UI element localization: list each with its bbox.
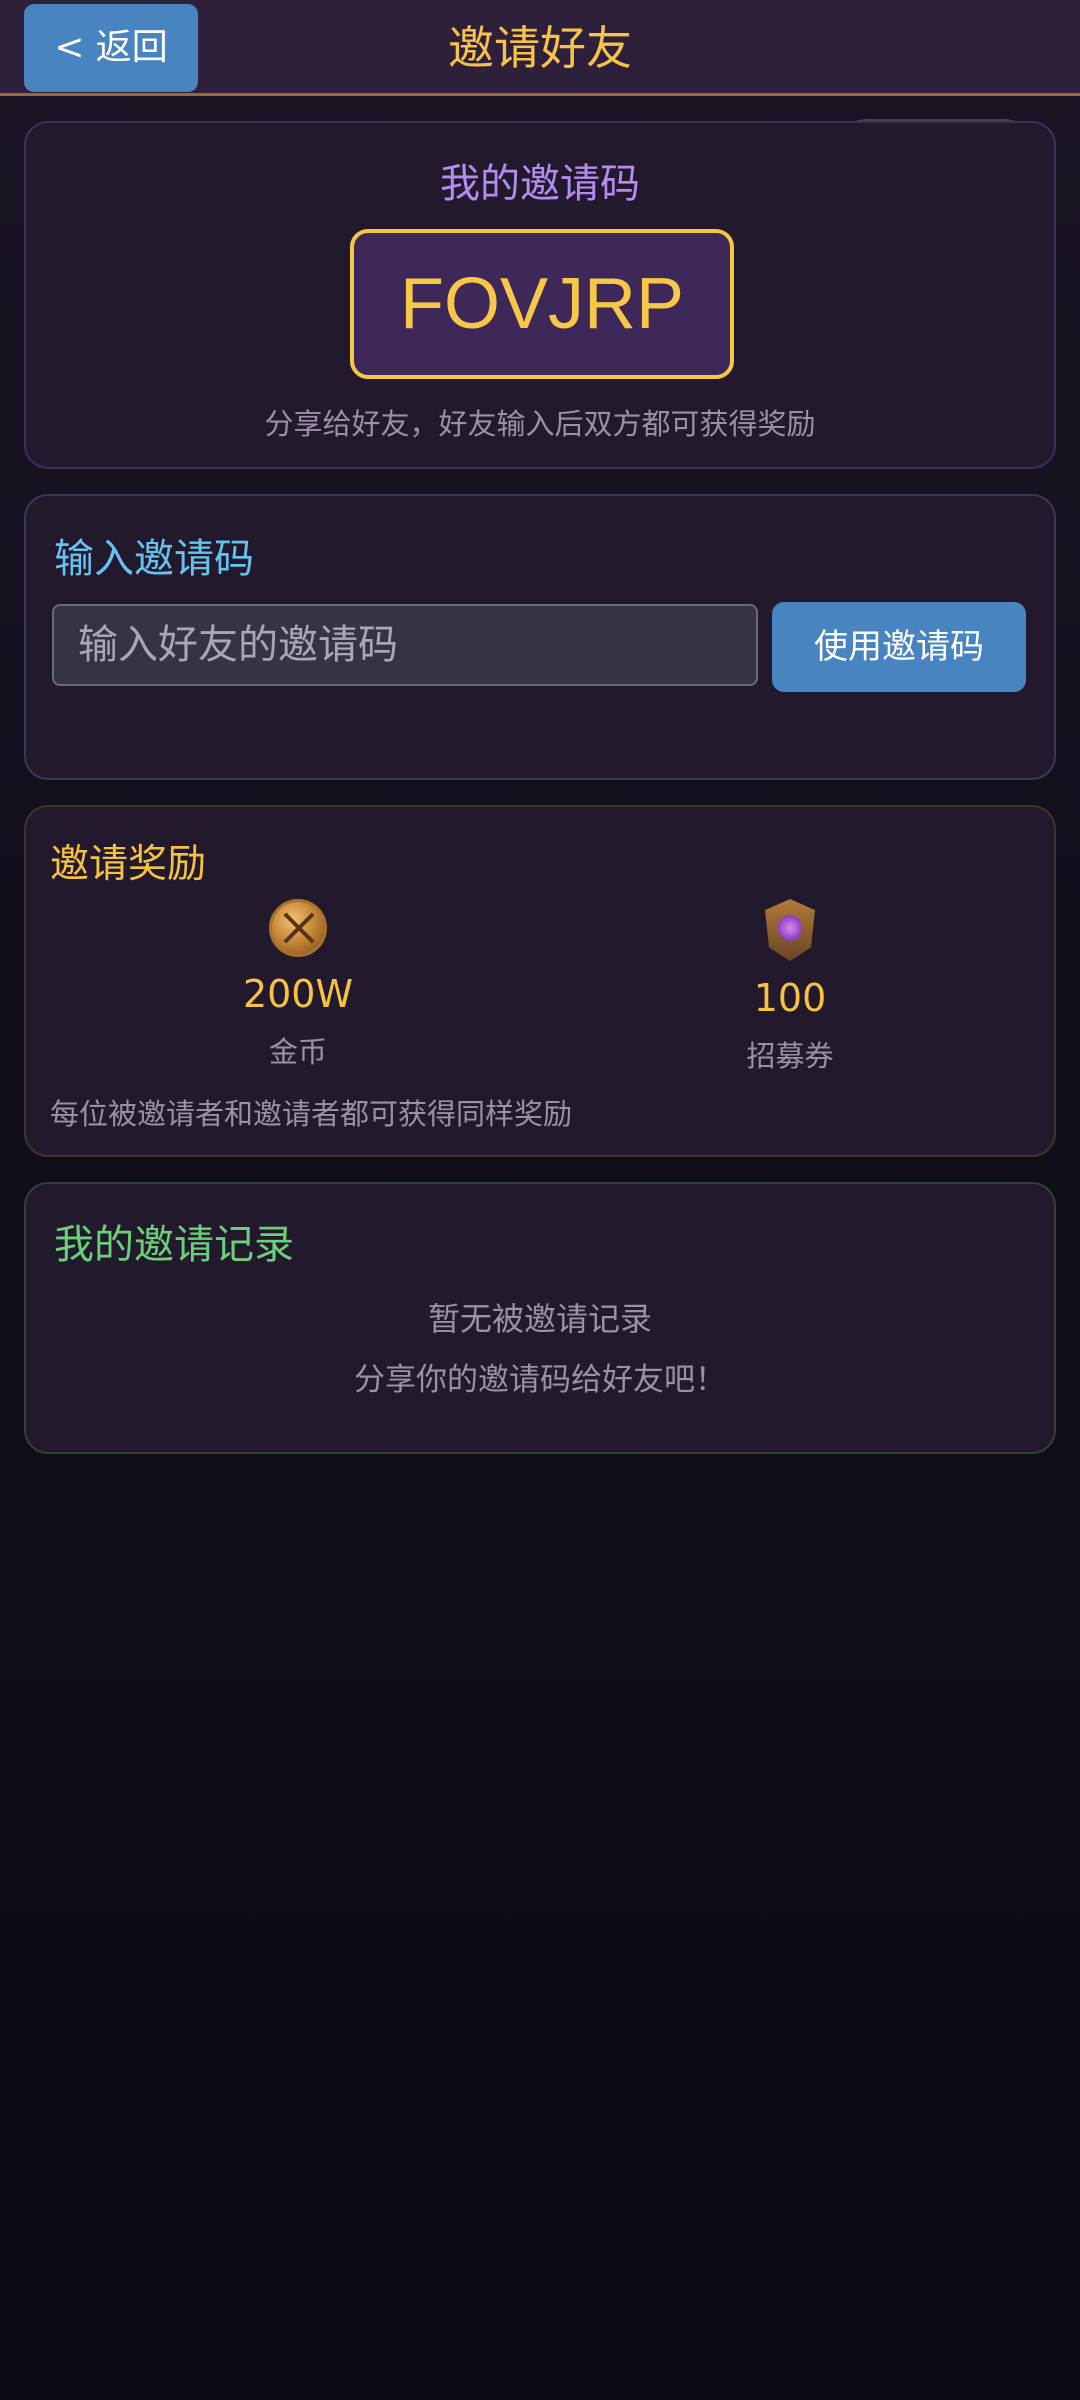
enter-code-card: 输入邀请码 使用邀请码 — [24, 494, 1056, 780]
reward-item-ticket: 100 招募券 — [640, 899, 940, 1075]
rewards-note: 每位被邀请者和邀请者都可获得同样奖励 — [50, 1097, 573, 1131]
reward-name: 金币 — [268, 1035, 327, 1069]
reward-value: 100 — [753, 976, 827, 1020]
use-code-button[interactable]: 使用邀请码 — [772, 602, 1026, 692]
recruit-ticket-icon — [765, 899, 815, 961]
reward-item-gold: 200W 金币 — [148, 899, 448, 1071]
invite-code-input[interactable] — [52, 604, 758, 686]
invite-code-display[interactable]: FOVJRP — [350, 229, 734, 379]
rewards-title: 邀请奖励 — [50, 842, 207, 887]
my-invite-code-card: 我的邀请码 FOVJRP 分享给好友，好友输入后双方都可获得奖励 — [24, 121, 1056, 469]
my-code-title: 我的邀请码 — [440, 161, 640, 207]
records-hint-text: 分享你的邀请码给好友吧！ — [354, 1362, 726, 1398]
invite-rewards-card: 邀请奖励 200W 金币 100 招募券 每位被邀请者和邀请者都可获得同样奖励 — [24, 805, 1056, 1157]
records-empty-text: 暂无被邀请记录 — [427, 1300, 652, 1338]
gold-coin-icon — [269, 899, 327, 957]
records-title: 我的邀请记录 — [54, 1222, 294, 1268]
invite-records-card: 我的邀请记录 暂无被邀请记录 分享你的邀请码给好友吧！ — [24, 1182, 1056, 1454]
share-hint-text: 分享给好友，好友输入后双方都可获得奖励 — [264, 407, 816, 441]
reward-value: 200W — [242, 972, 354, 1016]
top-bar: < 返回 邀请好友 — [0, 0, 1080, 96]
reward-name: 招募券 — [746, 1039, 834, 1073]
enter-code-title: 输入邀请码 — [54, 536, 254, 582]
page-title: 邀请好友 — [448, 21, 632, 75]
